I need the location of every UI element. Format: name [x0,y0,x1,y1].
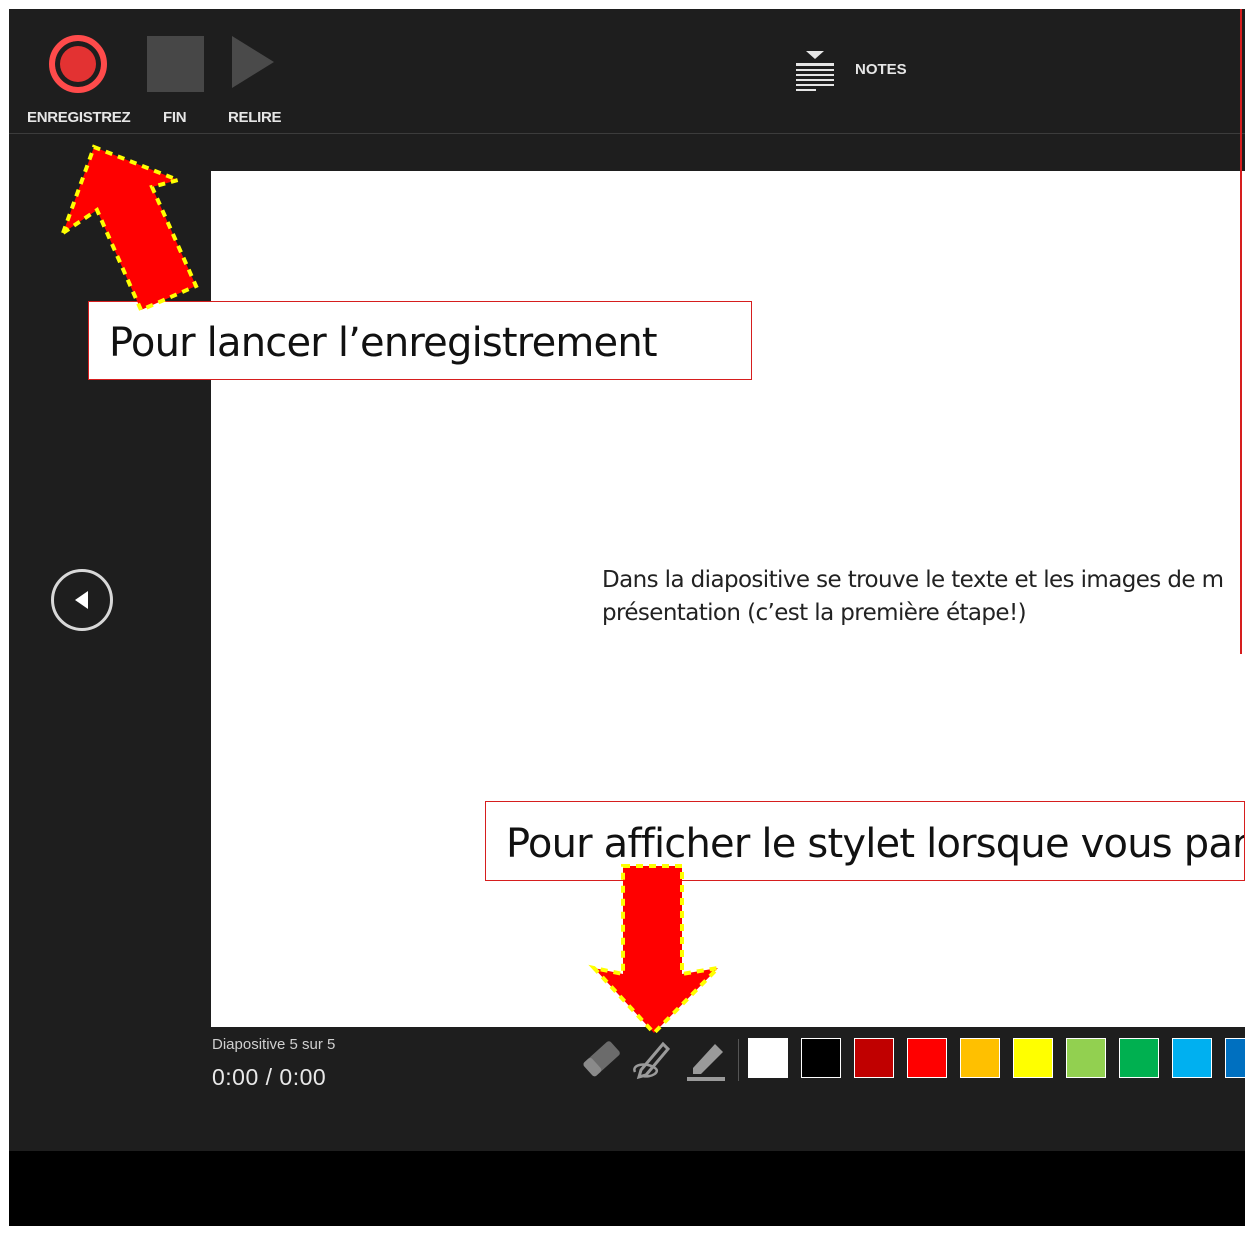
color-swatch[interactable] [1066,1038,1106,1078]
replay-button[interactable] [232,36,274,88]
eraser-icon[interactable] [577,1034,625,1082]
tool-separator [738,1039,739,1081]
color-swatch[interactable] [1119,1038,1159,1078]
color-swatch[interactable] [1225,1038,1245,1078]
slide-counter: Diapositive 5 sur 5 [212,1036,336,1053]
slide-text-line: présentation (c’est la première étape!) [602,600,1027,626]
color-swatch[interactable] [907,1038,947,1078]
recording-window: ENREGISTREZ FIN RELIRE NOTES Dans la dia… [9,9,1245,1226]
record-button[interactable] [49,35,107,93]
replay-label[interactable]: RELIRE [228,109,282,126]
highlighter-icon[interactable] [683,1034,731,1082]
annotation-border-line [1240,9,1242,654]
slide-text-line: Dans la diapositive se trouve le texte e… [602,567,1224,593]
slide-preview: Dans la diapositive se trouve le texte e… [211,171,1245,1027]
color-swatch[interactable] [748,1038,788,1078]
callout-stylus-text: Pour afficher le stylet lorsque vous par [506,821,1245,867]
callout-record: Pour lancer l’enregistrement [88,301,752,380]
previous-slide-icon [75,591,88,609]
stop-button[interactable] [147,36,204,92]
color-swatch[interactable] [1172,1038,1212,1078]
color-swatch[interactable] [960,1038,1000,1078]
record-label[interactable]: ENREGISTREZ [27,109,131,126]
notes-icon[interactable] [795,49,835,91]
notes-button[interactable]: NOTES [855,61,907,78]
ink-color-palette [748,1038,1245,1080]
callout-stylus: Pour afficher le stylet lorsque vous par [485,801,1245,881]
stop-label[interactable]: FIN [163,109,187,126]
previous-slide-button[interactable] [51,569,113,631]
color-swatch[interactable] [854,1038,894,1078]
color-swatch[interactable] [1013,1038,1053,1078]
time-display: 0:00 / 0:00 [212,1064,327,1090]
toolbar-divider [9,133,1245,134]
callout-record-text: Pour lancer l’enregistrement [109,320,658,366]
bottom-bar [9,1151,1245,1226]
pen-icon[interactable] [629,1034,677,1082]
slide-text: Dans la diapositive se trouve le texte e… [602,564,1245,630]
color-swatch[interactable] [801,1038,841,1078]
